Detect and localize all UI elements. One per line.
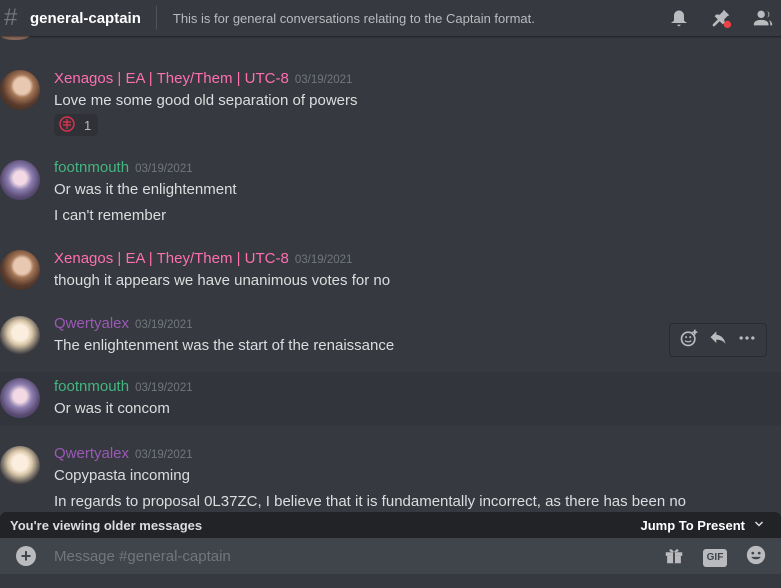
message-author[interactable]: footnmouth 03/19/2021 [54,378,193,395]
message-timestamp: 03/19/2021 [135,163,193,175]
author-name[interactable]: footnmouth [54,378,129,395]
message-item[interactable]: Qwertyalex 03/19/2021 Copypasta incoming … [0,442,781,514]
message-text: In regards to proposal 0L37ZC, I believe… [54,493,687,510]
message-composer: + GIF [0,538,781,574]
channel-header: # general-captain This is for general co… [0,0,781,36]
author-name[interactable]: Qwertyalex [54,315,129,332]
avatar[interactable] [0,160,40,200]
header-toolbar [667,6,775,30]
message-author[interactable]: footnmouth 03/19/2021 [54,159,193,176]
older-messages-bar: You're viewing older messages Jump To Pr… [0,512,781,538]
reaction-count: 1 [84,117,92,133]
avatar[interactable] [0,70,40,110]
message-author[interactable]: Xenagos | EA | They/Them | UTC-8 03/19/20… [54,250,352,267]
pin-icon[interactable] [709,6,733,30]
author-name[interactable]: Xenagos | EA | They/Them | UTC-8 [54,70,289,87]
message-list[interactable]: Xenagos | EA | They/Them | UTC-8 03/19/20… [0,36,781,514]
upload-plus-icon[interactable]: + [16,546,36,566]
author-name[interactable]: footnmouth [54,159,129,176]
channel-hash-icon: # [4,4,18,31]
message-text: Copypasta incoming [54,467,190,484]
channel-name: general-captain [30,9,141,27]
avatar[interactable] [0,250,40,290]
channel-topic[interactable]: This is for general conversations relati… [173,11,535,26]
author-name[interactable]: Xenagos | EA | They/Them | UTC-8 [54,250,289,267]
message-text: Love me some good old separation of powe… [54,92,358,109]
message-timestamp: 03/19/2021 [294,254,353,266]
more-options-icon[interactable] [737,328,757,353]
members-icon[interactable] [751,6,775,30]
message-item[interactable]: footnmouth 03/19/2021 Or was it the enlig… [0,156,781,228]
message-author[interactable]: Xenagos | EA | They/Them | UTC-8 03/19/20… [54,70,352,87]
composer-toolbar: GIF [663,544,767,571]
message-item[interactable]: footnmouth 03/19/2021 Or was it concom [0,372,781,426]
message-text: though it appears we have unanimous vote… [54,272,391,289]
avatar-partial [0,36,30,40]
reaction-button[interactable]: 1 [54,114,98,136]
message-timestamp: 03/19/2021 [135,319,193,331]
message-text: I can't remember [54,207,167,224]
message-timestamp: 03/19/2021 [135,449,193,461]
message-timestamp: 03/19/2021 [135,382,193,394]
avatar[interactable] [0,378,40,418]
message-actions-toolbar [669,323,767,357]
message-author[interactable]: Qwertyalex 03/19/2021 [54,445,193,462]
gift-icon[interactable] [663,544,685,571]
message-text: The enlightenment was the start of the r… [54,337,395,354]
jump-to-present-label: Jump To Present [640,517,745,533]
message-item[interactable]: Qwertyalex 03/19/2021 The enlightenment w… [0,312,781,362]
author-name[interactable]: Qwertyalex [54,445,129,462]
avatar[interactable] [0,316,40,356]
message-text: Or was it the enlightenment [54,181,237,198]
jump-to-present-button[interactable]: Jump To Present [640,518,765,533]
add-reaction-icon[interactable] [679,328,699,353]
chevron-down-icon [753,518,765,533]
reply-icon[interactable] [708,328,728,353]
seal-emoji-icon [59,115,75,135]
header-divider [155,6,157,30]
message-author[interactable]: Qwertyalex 03/19/2021 [54,315,193,332]
composer-area: + GIF [0,538,781,588]
message-timestamp: 03/19/2021 [294,74,353,86]
older-messages-label: You're viewing older messages [10,517,203,533]
bell-icon[interactable] [667,6,691,30]
avatar[interactable] [0,446,40,486]
message-text: Or was it concom [54,400,170,417]
message-input[interactable] [54,547,614,565]
emoji-icon[interactable] [745,544,767,571]
message-item[interactable]: Xenagos | EA | They/Them | UTC-8 03/19/20… [0,66,781,136]
gif-button[interactable]: GIF [703,548,727,567]
message-item[interactable]: Xenagos | EA | They/Them | UTC-8 03/19/20… [0,246,781,296]
